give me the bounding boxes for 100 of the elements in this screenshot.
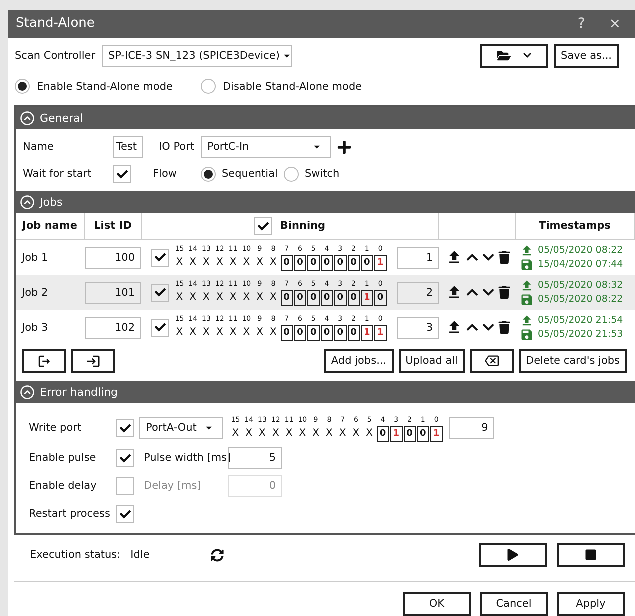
list-id-field[interactable]: 100	[85, 246, 141, 269]
bit-toggle[interactable]: 0	[294, 255, 306, 272]
bit-toggle[interactable]: 0	[307, 325, 320, 342]
bit-toggle[interactable]: 1	[390, 426, 403, 442]
trash-icon[interactable]	[498, 321, 511, 334]
bit-toggle[interactable]: 0	[294, 290, 306, 306]
bit-toggle[interactable]: 0	[280, 255, 294, 272]
export-button[interactable]	[22, 349, 66, 374]
close-button[interactable]: ×	[609, 16, 621, 32]
port-dropdown[interactable]: PortA-Out	[139, 417, 223, 440]
dialog-button[interactable]: OK	[403, 592, 471, 616]
binning-checkbox[interactable]	[254, 217, 272, 236]
scan-controller-dropdown[interactable]: SP-ICE-3 SN_123 (SPICE3Device)	[102, 44, 292, 67]
name-field[interactable]: Test	[113, 136, 143, 158]
bit-toggle[interactable]: 1	[374, 255, 387, 272]
bit-toggle[interactable]: 1	[360, 290, 374, 306]
folder-icon	[496, 48, 510, 63]
bit-toggle[interactable]: 0	[320, 290, 334, 306]
scan-controller-label: Scan Controller	[15, 50, 96, 62]
upload-timestamp: 05/05/2020 21:54	[538, 315, 624, 326]
binning-value-field[interactable]: 2	[397, 282, 439, 304]
bit-toggle[interactable]: 1	[430, 426, 443, 442]
bit-toggle[interactable]: 0	[334, 255, 347, 272]
masked-bit: X	[216, 326, 224, 340]
save-as-button[interactable]: Save as...	[554, 44, 619, 68]
upload-icon	[520, 278, 534, 293]
trash-icon[interactable]	[498, 251, 511, 264]
flow-radio[interactable]: Switch	[284, 166, 340, 182]
section-header[interactable]: Jobs	[16, 191, 635, 214]
dialog-button[interactable]: Cancel	[480, 592, 548, 616]
bit-toggle[interactable]: 0	[307, 255, 320, 272]
bit-toggle[interactable]: 0	[416, 426, 430, 442]
bit-toggle[interactable]: 0	[320, 255, 334, 272]
bit-toggle[interactable]: 0	[280, 325, 294, 342]
restart-process-checkbox[interactable]	[116, 505, 134, 524]
add-icon[interactable]	[336, 140, 352, 155]
check-icon	[154, 287, 166, 298]
bit-toggle[interactable]: 0	[320, 325, 334, 342]
bit-toggle[interactable]: 0	[294, 325, 306, 342]
flow-radio[interactable]: Sequential	[201, 166, 278, 182]
write-port-checkbox[interactable]	[116, 419, 134, 438]
upload-all-button[interactable]: Upload all	[398, 349, 465, 374]
enable-pulse-checkbox[interactable]	[116, 449, 134, 468]
binning-value-field[interactable]: 1	[397, 246, 439, 269]
collapse-icon	[20, 110, 35, 126]
import-button[interactable]	[71, 349, 115, 374]
trash-icon[interactable]	[498, 286, 511, 300]
list-id-field[interactable]: 102	[85, 316, 141, 339]
play-button[interactable]	[479, 543, 547, 568]
masked-bit: X	[286, 426, 293, 441]
wait-for-start-checkbox[interactable]	[113, 165, 131, 184]
bit-toggle[interactable]: 0	[307, 290, 320, 306]
open-folder-dropdown[interactable]	[480, 44, 548, 68]
bit-toggle[interactable]: 0	[360, 255, 374, 272]
bit-toggle[interactable]: 1	[374, 325, 387, 342]
section-header[interactable]: Error handling	[16, 381, 635, 404]
job-checkbox[interactable]	[151, 318, 169, 337]
port-value-field[interactable]: 9	[449, 417, 494, 440]
save-timestamp: 15/04/2020 07:44	[538, 259, 624, 270]
stop-button[interactable]	[557, 543, 625, 568]
bit-toggle[interactable]: 0	[348, 325, 360, 342]
section-header[interactable]: General	[16, 107, 635, 130]
save-icon	[520, 328, 534, 342]
bit-toggle[interactable]: 0	[280, 290, 294, 306]
bit-toggle[interactable]: 0	[404, 426, 416, 442]
refresh-icon[interactable]	[210, 548, 224, 562]
add-jobs-button[interactable]: Add jobs...	[324, 349, 394, 374]
delete-jobs-button[interactable]: Delete card's jobs	[518, 349, 627, 374]
job-checkbox[interactable]	[151, 284, 169, 302]
check-icon	[120, 508, 130, 520]
list-id-field[interactable]: 101	[85, 282, 141, 304]
binning-value-field[interactable]: 3	[397, 316, 439, 339]
clear-button[interactable]	[470, 349, 514, 374]
enter-icon	[86, 354, 100, 369]
masked-bit: X	[176, 326, 184, 340]
bit-toggle[interactable]: 0	[334, 290, 347, 306]
restart-process-label: Restart process	[28, 508, 112, 520]
enable-pulse-label: Enable pulse	[28, 452, 98, 464]
bit-toggle[interactable]: 0	[376, 426, 390, 442]
dialog-button[interactable]: Apply	[557, 592, 625, 616]
bit-toggle[interactable]: 0	[334, 325, 347, 342]
job-name[interactable]: Job 2	[16, 275, 85, 310]
bit-toggle[interactable]: 0	[348, 290, 360, 306]
masked-bit: X	[230, 326, 237, 340]
pulse-field[interactable]: 5	[228, 447, 282, 470]
masked-bit: X	[246, 426, 253, 441]
io-port-dropdown[interactable]: PortC-In	[200, 136, 331, 158]
bit-toggle[interactable]: 0	[374, 290, 387, 306]
mode-radio[interactable]: Disable Stand-Alone mode	[200, 79, 362, 94]
mode-radio[interactable]: Enable Stand-Alone mode	[15, 79, 173, 94]
job-checkbox[interactable]	[151, 248, 169, 267]
masked-bit: X	[216, 256, 224, 270]
masked-bit: X	[272, 426, 280, 441]
masked-bit: X	[203, 291, 210, 306]
bit-toggle[interactable]: 1	[360, 325, 374, 342]
upload-timestamp: 05/05/2020 08:32	[538, 280, 624, 292]
backspace-icon	[484, 354, 499, 368]
name-label: Name	[23, 141, 55, 154]
bit-toggle[interactable]: 0	[348, 255, 360, 272]
help-button[interactable]: ?	[578, 16, 586, 32]
